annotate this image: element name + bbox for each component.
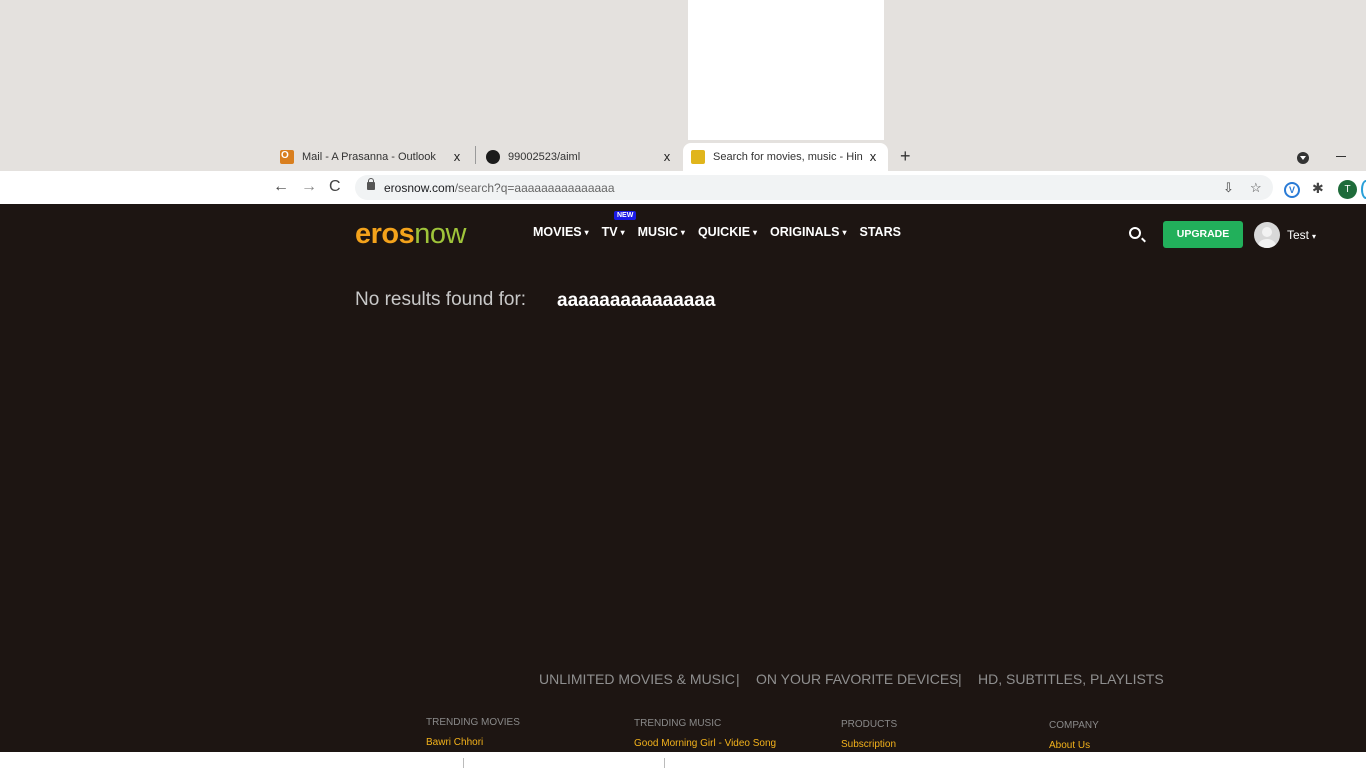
search-icon[interactable] xyxy=(1129,227,1141,239)
taskbar-divider xyxy=(664,758,665,768)
footer-heading: COMPANY xyxy=(1049,720,1099,731)
close-icon[interactable]: x xyxy=(660,149,674,165)
main-nav: MOVIES ▾ TV ▾ MUSIC ▾ QUICKIE ▾ ORIGINALS ▾ S… xyxy=(533,225,914,239)
url-text[interactable]: erosnow.com/search?q=aaaaaaaaaaaaaaa xyxy=(384,181,615,195)
footer-column-trending-movies: TRENDING MOVIES Bawri Chhori xyxy=(426,717,520,748)
chevron-down-icon: ▾ xyxy=(1312,232,1317,241)
blank-panel xyxy=(688,0,884,143)
url-host: erosnow.com xyxy=(384,181,455,195)
chevron-down-icon: ▾ xyxy=(584,228,589,238)
user-avatar[interactable] xyxy=(1254,222,1280,248)
user-menu[interactable]: Test ▾ xyxy=(1287,228,1316,242)
nav-label: QUICKIE xyxy=(697,225,751,239)
nav-movies[interactable]: MOVIES ▾ xyxy=(533,225,589,239)
footer-column-products: PRODUCTS Subscription xyxy=(841,719,897,750)
footer-link[interactable]: Good Morning Girl - Video Song xyxy=(634,738,776,749)
browser-toolbar: ← → C erosnow.com/search?q=aaaaaaaaaaaaa… xyxy=(0,171,1366,204)
install-icon[interactable]: ⇩ xyxy=(1223,180,1234,196)
chevron-down-icon: ▾ xyxy=(620,228,625,238)
footer-column-trending-music: TRENDING MUSIC Good Morning Girl - Video… xyxy=(634,718,776,749)
footer-link[interactable]: About Us xyxy=(1049,740,1099,751)
search-query: aaaaaaaaaaaaaaa xyxy=(557,290,716,311)
reload-button[interactable]: C xyxy=(329,177,341,197)
chevron-down-icon: ▾ xyxy=(753,228,758,238)
tab-search-icon[interactable] xyxy=(1297,152,1309,164)
bookmark-star-icon[interactable]: ☆ xyxy=(1250,180,1262,196)
tagline-hd: HD, SUBTITLES, PLAYLISTS xyxy=(978,671,1164,687)
lock-icon[interactable] xyxy=(367,178,375,190)
outlook-icon xyxy=(280,150,294,164)
new-badge: NEW xyxy=(614,211,637,220)
tagline-devices: ON YOUR FAVORITE DEVICES xyxy=(756,671,959,687)
nav-tv[interactable]: TV ▾ xyxy=(602,225,625,239)
tab-title: 99002523/aiml xyxy=(508,151,581,163)
window-top-area xyxy=(0,0,1366,143)
back-button[interactable]: ← xyxy=(273,177,289,197)
nav-label: MOVIES xyxy=(533,225,582,239)
extension-edge-icon[interactable] xyxy=(1361,180,1366,199)
no-results-label: No results found for: xyxy=(355,289,527,310)
footer-column-company: COMPANY About Us xyxy=(1049,720,1099,751)
tab-title: Search for movies, music - Hindi xyxy=(713,151,863,163)
profile-avatar[interactable]: T xyxy=(1338,180,1357,199)
chevron-down-icon: ▾ xyxy=(680,228,685,238)
tab-title: Mail - A Prasanna - Outlook xyxy=(302,151,436,163)
chevron-down-icon: ▾ xyxy=(842,228,847,238)
upgrade-button[interactable]: UPGRADE xyxy=(1163,221,1243,248)
tab-divider xyxy=(475,146,476,164)
tab-github[interactable]: 99002523/aiml x xyxy=(478,143,682,171)
footer-heading: TRENDING MUSIC xyxy=(634,718,722,729)
footer-heading: TRENDING MOVIES xyxy=(426,717,520,728)
tab-outlook[interactable]: Mail - A Prasanna - Outlook x xyxy=(272,143,472,171)
taskbar-divider xyxy=(463,758,464,768)
nav-label: TV xyxy=(601,225,618,239)
close-icon[interactable]: x xyxy=(450,149,464,165)
footer-heading: PRODUCTS xyxy=(841,719,898,730)
erosnow-icon xyxy=(691,150,705,164)
footer-link[interactable]: Bawri Chhori xyxy=(426,737,520,748)
extensions-puzzle-icon[interactable]: ✱ xyxy=(1312,180,1328,196)
nav-label: MUSIC xyxy=(637,225,678,239)
address-bar[interactable]: erosnow.com/search?q=aaaaaaaaaaaaaaa ⇩ ☆ xyxy=(355,175,1273,200)
extension-v-icon[interactable]: V xyxy=(1284,182,1300,198)
user-name: Test xyxy=(1287,228,1310,242)
logo-now: now xyxy=(414,218,466,250)
nav-originals[interactable]: ORIGINALS ▾ xyxy=(770,225,846,239)
nav-label: STARS xyxy=(859,225,901,239)
erosnow-logo[interactable]: erosnow xyxy=(355,219,466,249)
close-icon[interactable]: x xyxy=(866,149,880,165)
url-path: /search?q=aaaaaaaaaaaaaaa xyxy=(454,181,615,195)
nav-label: ORIGINALS xyxy=(770,225,840,239)
erosnow-page: erosnow NEW MOVIES ▾ TV ▾ MUSIC ▾ QUICKIE ▾ … xyxy=(0,204,1366,752)
tagline-separator: | xyxy=(958,671,962,687)
nav-quickie[interactable]: QUICKIE ▾ xyxy=(698,225,757,239)
forward-button[interactable]: → xyxy=(301,177,317,197)
nav-music[interactable]: MUSIC ▾ xyxy=(638,225,685,239)
footer-link[interactable]: Subscription xyxy=(841,739,897,750)
github-icon xyxy=(486,150,500,164)
taskbar-strip xyxy=(0,752,1366,768)
tagline-separator: | xyxy=(736,671,740,687)
new-tab-button[interactable]: + xyxy=(900,146,911,166)
logo-eros: eros xyxy=(355,218,415,250)
minimize-button[interactable] xyxy=(1336,156,1346,157)
tab-erosnow[interactable]: Search for movies, music - Hindi x xyxy=(683,143,888,171)
tagline-movies-music: UNLIMITED MOVIES & MUSIC xyxy=(539,671,736,687)
nav-stars[interactable]: STARS xyxy=(860,225,901,239)
